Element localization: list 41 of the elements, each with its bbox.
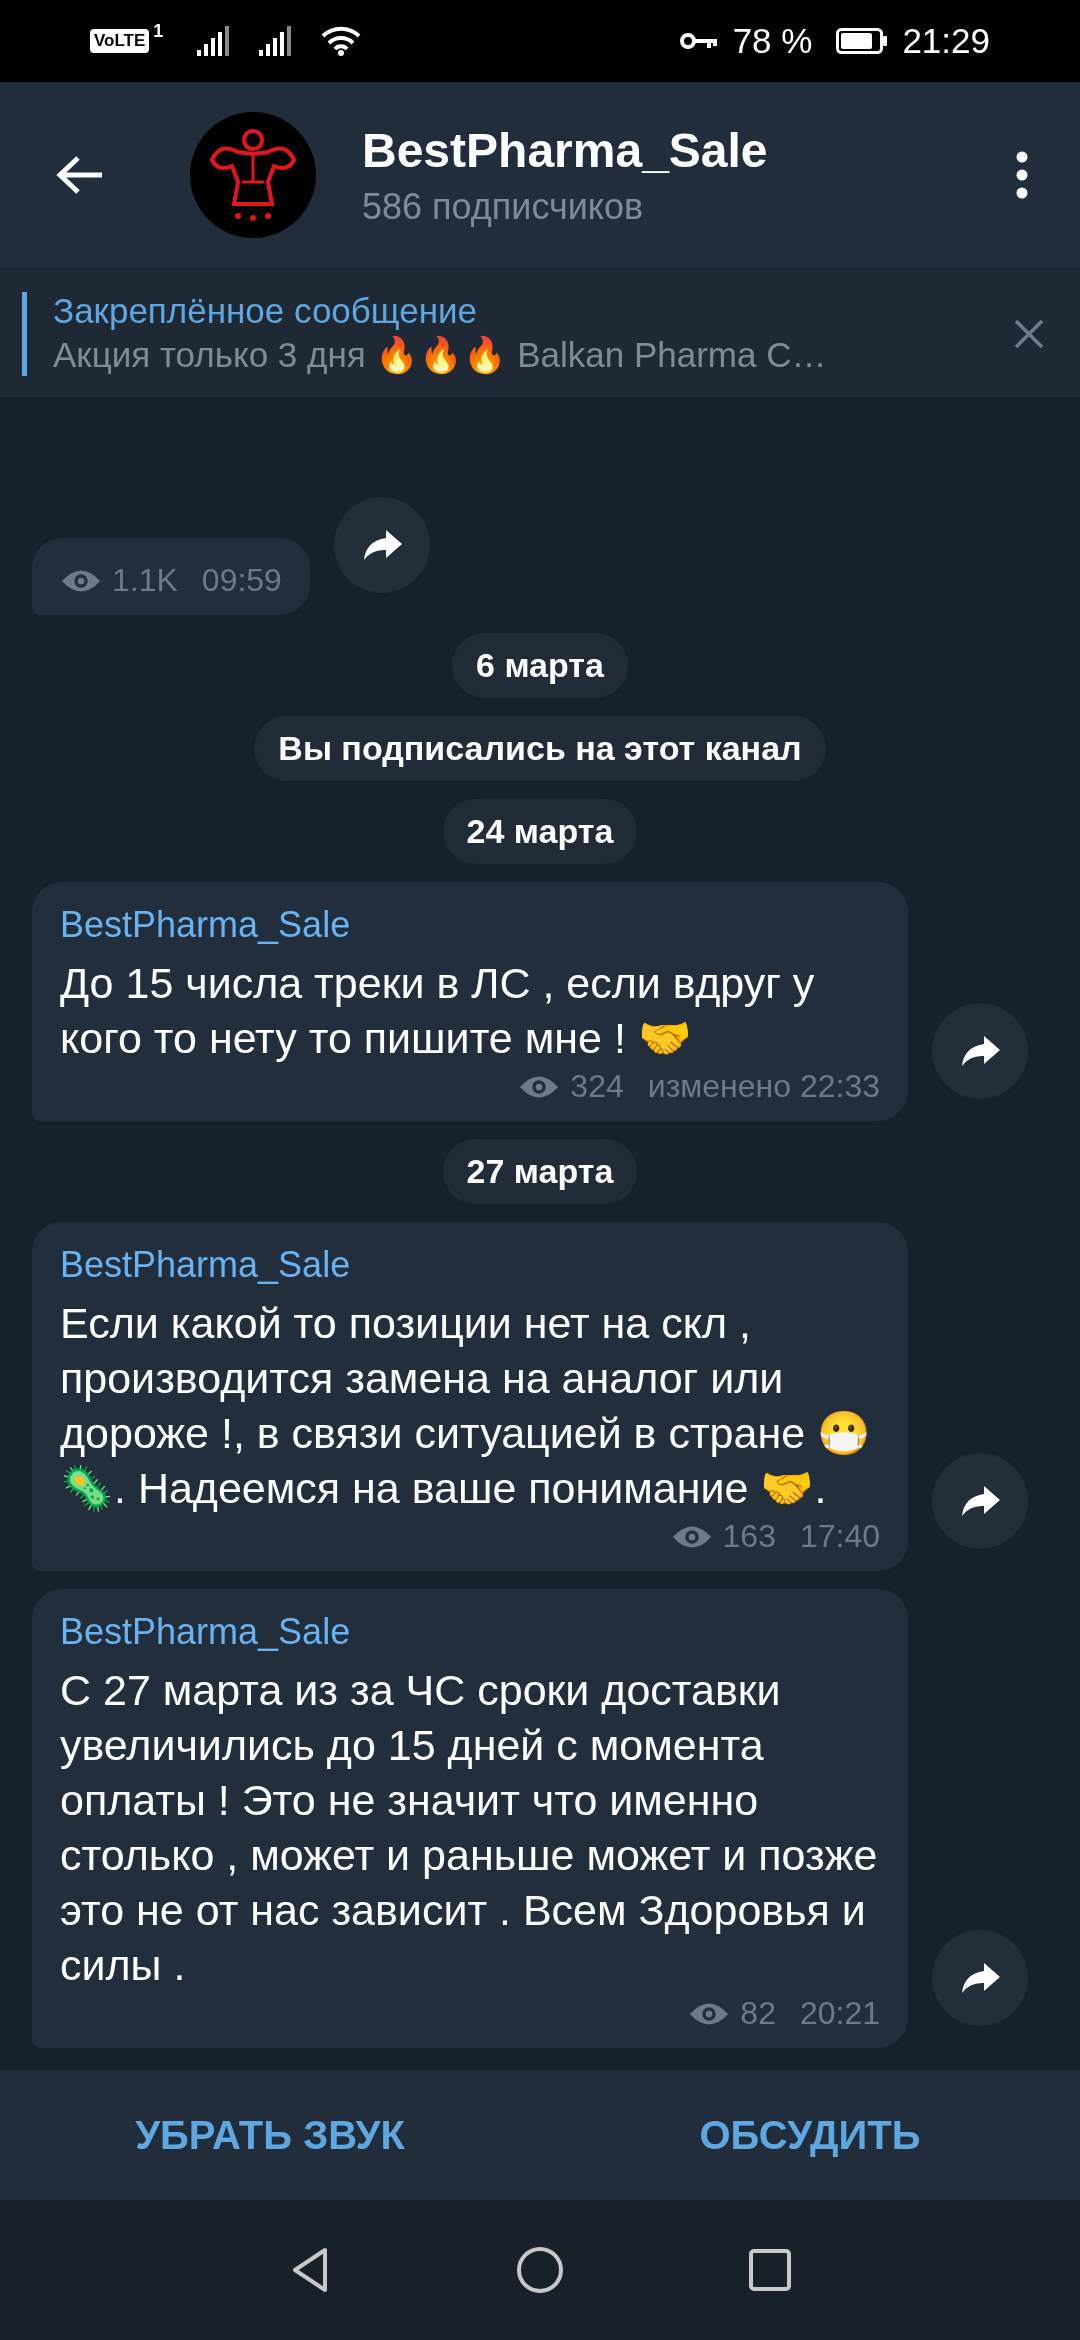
date-label: 6 марта — [452, 633, 628, 698]
channel-avatar[interactable] — [190, 112, 316, 238]
key-icon — [678, 31, 719, 51]
pinned-message-bar[interactable]: Закреплённое сообщение Акция только 3 дня 🔥🔥🔥 Balkan Pharma C… — [0, 268, 1080, 397]
battery-percent: 78 % — [732, 21, 813, 61]
message-text: Если какой то позиции нет на скл , производится замена на аналог или дороже !, в связи ситуацией в стране 😷🦠. Надеемся на ваше понимание 🤝. — [60, 1298, 872, 1514]
signal-icon — [197, 26, 232, 56]
signal-icon — [259, 26, 294, 56]
pinned-title: Закреплённое сообщение — [53, 291, 479, 331]
subscriber-count: 586 подписчиков — [362, 185, 645, 228]
date-label: 24 марта — [442, 799, 638, 864]
channel-title: BestPharma_Sale — [362, 122, 769, 178]
battery-icon — [836, 28, 889, 54]
message-author: BestPharma_Sale — [60, 904, 352, 946]
volte-indicator: VoLTE — [90, 29, 150, 53]
home-nav-icon[interactable] — [515, 2245, 565, 2295]
date-label: 27 марта — [442, 1139, 638, 1204]
message-author: BestPharma_Sale — [60, 1611, 352, 1653]
clock: 21:29 — [902, 21, 990, 61]
wifi-icon — [321, 26, 362, 56]
message-time: изменено 22:33 — [647, 1068, 880, 1105]
message-text: С 27 марта из за ЧС сроки доставки увеличились до 15 дней с момента оплаты ! Это не значит что именно столько , может и раньше может и позже это не от нас зависит . Всем Здоровья и силы . — [60, 1665, 879, 1991]
message-time: 17:40 — [799, 1518, 880, 1555]
view-count: 324 — [570, 1068, 624, 1105]
back-arrow-icon[interactable] — [56, 155, 104, 195]
message-author: BestPharma_Sale — [60, 1244, 352, 1286]
message-time: 20:21 — [799, 1995, 880, 2032]
view-count: 163 — [722, 1518, 776, 1555]
share-button[interactable] — [932, 1003, 1028, 1099]
view-count: 1.1K — [112, 562, 178, 599]
share-button[interactable] — [932, 1453, 1028, 1549]
message-text: До 15 числа треки в ЛС , если вдруг у кого то нету то пишите мне ! 🤝 — [60, 958, 816, 1064]
pinned-preview: Акция только 3 дня 🔥🔥🔥 Balkan Pharma C… — [53, 335, 828, 376]
sim-label: 1 — [153, 20, 164, 42]
view-count: 82 — [740, 1995, 776, 2032]
message-time: 09:59 — [201, 562, 282, 599]
service-message: Вы подписались на этот канал — [254, 716, 826, 781]
more-menu-icon[interactable] — [1016, 151, 1028, 199]
share-button[interactable] — [333, 497, 430, 593]
share-button[interactable] — [932, 1930, 1028, 2026]
close-icon[interactable] — [1014, 318, 1044, 349]
